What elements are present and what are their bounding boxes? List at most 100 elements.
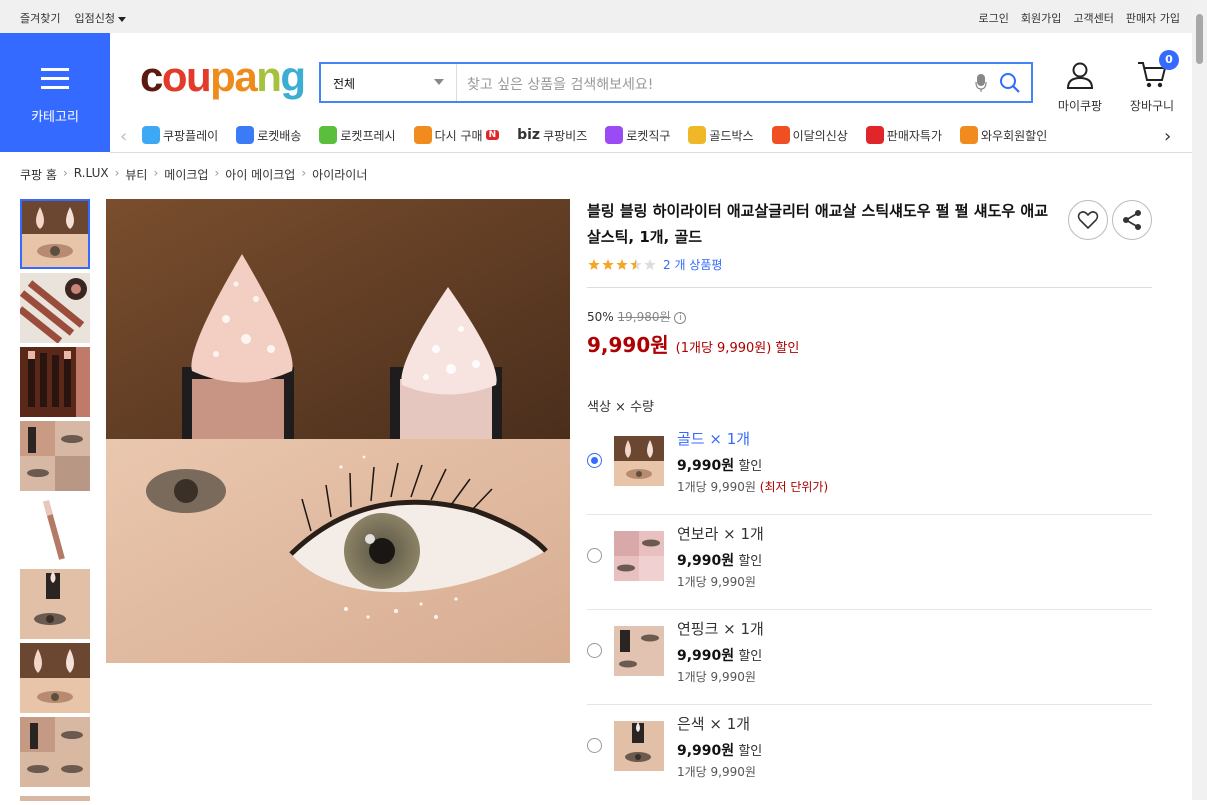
thumbnail-list [20,199,90,805]
option-radio[interactable] [587,643,602,658]
sale-price: 9,990원 [587,333,669,357]
breadcrumb-item[interactable]: 쿠팡 홈 [20,166,57,183]
option-unit-price: 1개당 9,990원 [677,480,756,494]
nav-item-label: 골드박스 [709,128,754,143]
thumbnail-1[interactable] [20,199,90,269]
option-radio[interactable] [587,453,602,468]
breadcrumb-item[interactable]: 아이 메이크업 [225,166,295,183]
option-row[interactable]: 연핑크 × 1개 9,990원 할인 1개당 9,990원 [587,610,1152,705]
rating-row: 2 개 상품평 [587,256,1152,273]
nav-item-4[interactable]: biz 쿠팡비즈 [517,126,587,144]
seller-signup-link[interactable]: 판매자 가입 [1126,10,1180,26]
scrollbar-thumb[interactable] [1196,14,1203,64]
option-name: 연핑크 × 1개 [677,620,764,638]
share-button[interactable] [1112,200,1152,240]
service-nav: ‹ 쿠팡플레이 로켓배송 로켓프레시 다시 구매 N biz 쿠팡비즈 로켓직구 골드박스 이달의… [112,120,1192,152]
nav-item-label: 와우회원할인 [981,128,1048,143]
microphone-icon[interactable] [975,72,987,94]
fresh-rocket-icon [319,126,338,144]
nav-next-icon[interactable]: › [1164,126,1171,147]
new-bag-icon [771,126,790,144]
option-unit-price: 1개당 9,990원 [677,575,756,589]
nav-item-label: 쿠팡비즈 [543,128,588,143]
original-price: 19,980원 [617,310,671,324]
biz-icon: biz [517,127,541,143]
main-product-image[interactable] [106,199,570,663]
option-price: 9,990원 [677,458,735,474]
search-input[interactable]: 찾고 싶은 상품을 검색해보세요! [467,74,653,94]
thumbnail-4[interactable] [20,421,90,491]
scrollbar[interactable] [1192,0,1207,800]
product-title: 블링 블링 하이라이터 애교살글리터 애교살 스틱섀도우 펄 펄 섀도우 애교살… [587,202,1049,246]
option-price-row: 9,990원 할인 [677,645,762,665]
option-radio[interactable] [587,738,602,753]
option-discount-label: 할인 [738,649,763,664]
info-icon[interactable]: i [674,311,687,324]
thumbnail-2[interactable] [20,273,90,343]
breadcrumb-item[interactable]: R.LUX [74,166,109,183]
thumbnail-3[interactable] [20,347,90,417]
goldbox-icon [688,126,707,144]
option-unit-price: 1개당 9,990원 [677,765,756,779]
customer-center-link[interactable]: 고객센터 [1073,10,1113,26]
mycoupang-button[interactable]: 마이쿠팡 [1054,60,1106,114]
option-row[interactable]: 연보라 × 1개 9,990원 할인 1개당 9,990원 [587,515,1152,610]
new-badge: N [485,130,500,140]
breadcrumb-separator-icon: › [214,166,220,180]
login-link[interactable]: 로그인 [979,10,1009,26]
nav-item-label: 로켓배송 [257,128,302,143]
wishlist-button[interactable] [1068,200,1108,240]
thumbnail-8[interactable] [20,717,90,787]
category-button[interactable]: 카테고리 [0,33,110,152]
breadcrumb-item[interactable]: 뷰티 [125,166,147,183]
option-radio[interactable] [587,548,602,563]
option-row[interactable]: 은색 × 1개 9,990원 할인 1개당 9,990원 [587,705,1152,800]
info-divider [587,287,1152,288]
thumbnail-7[interactable] [20,643,90,713]
option-price: 9,990원 [677,743,735,759]
seller-apply-link[interactable]: 입점신청 [74,10,126,26]
option-thumbnail [614,531,664,581]
nav-item-3[interactable]: 다시 구매 N [413,126,500,144]
bookmark-link[interactable]: 즐겨찾기 [20,10,60,26]
option-price-row: 9,990원 할인 [677,455,762,475]
search-icon[interactable] [998,71,1022,95]
nav-item-label: 판매자특가 [886,128,942,143]
thumbnail-5[interactable] [20,495,90,565]
nav-item-2[interactable]: 로켓프레시 [319,126,396,144]
seller-apply-label: 입점신청 [74,12,115,25]
nav-item-5[interactable]: 로켓직구 [605,126,670,144]
option-thumbnail [614,721,664,771]
hamburger-menu-icon [41,68,69,95]
nav-item-7[interactable]: 이달의신상 [771,126,848,144]
nav-divider [110,152,1192,153]
option-price: 9,990원 [677,553,735,569]
global-rocket-icon [605,126,624,144]
breadcrumb-separator-icon: › [301,166,307,180]
review-count-link[interactable]: 2 개 상품평 [663,256,722,273]
breadcrumb-item[interactable]: 메이크업 [164,166,208,183]
nav-item-0[interactable]: 쿠팡플레이 [142,126,218,144]
option-thumbnail [614,436,664,486]
search-category-select[interactable]: 전체 [321,64,457,101]
unit-price-text: (1개당 9,990원) 할인 [675,341,800,356]
option-price: 9,990원 [677,648,735,664]
option-discount-label: 할인 [738,459,763,474]
signup-link[interactable]: 회원가입 [1021,10,1061,26]
coupang-logo[interactable]: coupang [140,53,306,101]
option-name: 연보라 × 1개 [677,525,764,543]
nav-item-6[interactable]: 골드박스 [688,126,754,144]
thumbnail-6[interactable] [20,569,90,639]
option-discount-label: 할인 [738,744,763,759]
discount-rate: 50% [587,310,614,324]
option-unit-price: 1개당 9,990원 [677,670,756,684]
nav-prev-icon[interactable]: ‹ [120,126,127,147]
rocket-icon [236,126,255,144]
breadcrumb-item[interactable]: 아이라이너 [312,166,367,183]
star-icon [616,258,628,270]
option-row[interactable]: 골드 × 1개 9,990원 할인 1개당 9,990원 (최저 단위가) [587,420,1152,515]
nav-item-8[interactable]: 판매자특가 [865,126,942,144]
nav-item-label: 이달의신상 [792,128,848,143]
nav-item-1[interactable]: 로켓배송 [236,126,301,144]
nav-item-9[interactable]: 와우회원할인 [960,126,1047,144]
